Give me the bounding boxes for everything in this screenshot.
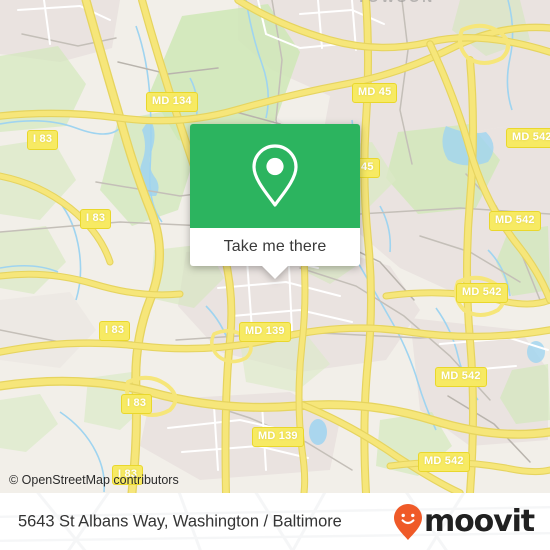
bottom-info-bar: 5643 St Albans Way, Washington / Baltimo… <box>0 493 550 550</box>
callout-icon-area <box>190 124 360 228</box>
road-shield: MD 134 <box>146 92 198 112</box>
moovit-smiley-pin-icon <box>393 503 422 540</box>
road-shield: I 83 <box>27 130 59 150</box>
road-shield: I 83 <box>80 209 112 229</box>
callout-pointer <box>262 266 288 279</box>
map-canvas[interactable]: .urban { fill:#eae3e0; } .park { fill:#c… <box>0 0 550 493</box>
take-me-there-label: Take me there <box>223 238 327 255</box>
callout-action-footer[interactable]: Take me there <box>190 228 360 279</box>
osm-attribution: © OpenStreetMap contributors <box>9 473 179 487</box>
road-shield: MD 542 <box>435 367 487 387</box>
road-shield: MD 542 <box>506 128 550 148</box>
road-shield: MD 139 <box>252 427 304 447</box>
moovit-map-screenshot: .urban { fill:#eae3e0; } .park { fill:#c… <box>0 0 550 550</box>
road-shield: MD 542 <box>489 211 541 231</box>
map-pin-icon <box>252 144 298 207</box>
road-shield: I 83 <box>99 321 131 341</box>
road-shield: MD 45 <box>352 83 398 103</box>
address-label: 5643 St Albans Way, Washington / Baltimo… <box>18 512 342 530</box>
road-shield: I 83 <box>121 394 153 414</box>
place-label-clipped: TOWSON <box>357 0 435 5</box>
destination-callout-card[interactable]: Take me there <box>190 124 360 279</box>
moovit-wordmark: moovit <box>423 503 535 539</box>
road-shield: MD 542 <box>456 283 508 303</box>
moovit-logo[interactable]: moovit <box>393 503 535 541</box>
road-shield: MD 542 <box>418 452 470 472</box>
road-shield: MD 139 <box>239 322 291 342</box>
